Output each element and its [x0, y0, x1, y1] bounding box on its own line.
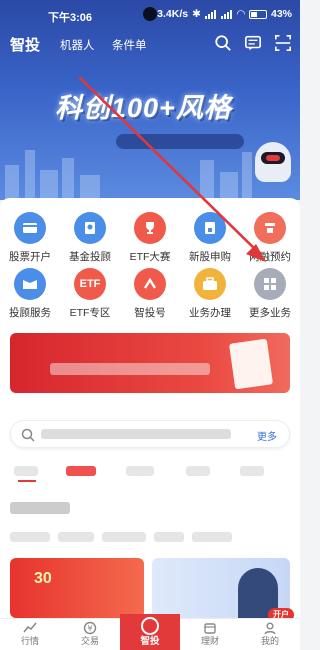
service-label: 两融预约	[249, 251, 291, 263]
service-margin-reservation[interactable]: 两融预约	[240, 212, 300, 268]
wealth-icon	[204, 623, 216, 634]
nav-market[interactable]: 行情	[0, 619, 60, 650]
briefcase-icon	[194, 268, 226, 300]
service-stock-account[interactable]: 股票开户	[0, 212, 60, 268]
fund-advisor-icon	[74, 212, 106, 244]
banner-subtitle-pill	[116, 134, 244, 149]
robot-mascot-image	[255, 142, 291, 182]
service-etf-zone[interactable]: ETF ETF专区	[60, 268, 120, 324]
service-label: 更多业务	[249, 307, 291, 319]
service-etf-contest[interactable]: ETF大赛	[120, 212, 180, 268]
zhitou-icon	[134, 268, 166, 300]
ticker-text-placeholder	[41, 429, 231, 439]
message-icon[interactable]	[244, 34, 262, 52]
feature-card-left[interactable]: 30	[10, 558, 144, 618]
promo-card[interactable]	[10, 333, 290, 393]
svg-text:¥: ¥	[87, 624, 92, 633]
tab-4[interactable]	[186, 466, 210, 476]
battery-level: 43%	[270, 8, 292, 20]
content-tabs	[0, 462, 300, 482]
chip-3[interactable]	[102, 532, 146, 542]
tab-robot[interactable]: 机器人	[60, 37, 95, 53]
search-icon	[21, 428, 35, 442]
chip-5[interactable]	[192, 532, 232, 542]
service-zhitou-account[interactable]: 智投号	[120, 268, 180, 324]
status-bar: 下午3:06 3.4K/s ✱ ◠ 43%	[0, 0, 300, 28]
signal-icon-2	[220, 9, 233, 19]
search-icon[interactable]	[214, 34, 232, 52]
tab-1[interactable]	[14, 466, 38, 476]
service-more[interactable]: 更多业务	[240, 268, 300, 324]
service-fund-advisor[interactable]: 基金投顾	[60, 212, 120, 268]
app-header: 智投 机器人 条件单	[0, 30, 300, 58]
camera-cutout	[143, 7, 157, 21]
service-label: 业务办理	[189, 307, 231, 319]
signal-icon	[204, 9, 217, 19]
profile-icon	[264, 622, 276, 635]
service-label: 投顾服务	[9, 307, 51, 319]
tab-5[interactable]	[240, 466, 264, 476]
bluetooth-icon: ✱	[192, 8, 201, 20]
nav-label: 行情	[20, 636, 39, 646]
page-title[interactable]: 智投	[10, 34, 40, 55]
nav-label: 交易	[80, 636, 99, 646]
ticker-more-link[interactable]: 更多	[257, 428, 277, 443]
service-label: 股票开户	[9, 251, 51, 263]
tab-2[interactable]	[66, 466, 96, 476]
margin-icon	[254, 212, 286, 244]
status-indicators: 3.4K/s ✱ ◠ 43%	[157, 8, 292, 20]
nav-trade[interactable]: ¥ 交易	[60, 619, 120, 650]
nav-label: 理财	[200, 636, 219, 646]
service-label: ETF大赛	[129, 251, 171, 263]
smart-invest-icon	[141, 617, 159, 635]
header-actions	[214, 34, 292, 52]
active-tab-indicator	[18, 480, 36, 482]
wifi-icon: ◠	[236, 8, 245, 20]
news-ticker[interactable]: 更多	[10, 420, 290, 448]
ipo-icon	[194, 212, 226, 244]
banner-headline: 科创100+风格	[55, 93, 232, 123]
etf-icon-glyph: ETF	[79, 278, 101, 290]
tab-condition-order[interactable]: 条件单	[112, 37, 147, 53]
chip-2[interactable]	[58, 532, 94, 542]
service-business-handling[interactable]: 业务办理	[180, 268, 240, 324]
tab-3[interactable]	[126, 466, 154, 476]
service-label: 基金投顾	[69, 251, 111, 263]
service-advisor[interactable]: 投顾服务	[0, 268, 60, 324]
document-illustration	[228, 338, 274, 390]
section-chips	[10, 532, 290, 544]
service-label: 智投号	[134, 307, 166, 319]
chip-4[interactable]	[154, 532, 184, 542]
status-time: 下午3:06	[48, 12, 93, 24]
account-card-icon	[14, 212, 46, 244]
nav-label: 我的	[260, 636, 279, 646]
nav-smart-invest[interactable]: 智投	[120, 614, 180, 650]
battery-icon	[248, 9, 267, 19]
nav-label: 智投	[140, 636, 160, 647]
section-title-placeholder	[10, 502, 70, 514]
promo-banner[interactable]: 科创100+风格	[0, 62, 300, 200]
nav-wealth[interactable]: 理财	[180, 619, 240, 650]
chip-1[interactable]	[10, 532, 50, 542]
advisor-icon	[14, 268, 46, 300]
etf-icon: ETF	[74, 268, 106, 300]
trophy-icon	[134, 212, 166, 244]
card-big-number: 30	[34, 570, 52, 587]
trade-icon: ¥	[83, 621, 97, 635]
service-label: 新股申购	[189, 251, 231, 263]
network-speed: 3.4K/s	[157, 8, 189, 20]
market-icon	[23, 622, 37, 633]
promo-title-placeholder	[50, 363, 210, 375]
service-ipo[interactable]: 新股申购	[180, 212, 240, 268]
more-grid-icon	[254, 268, 286, 300]
nav-profile[interactable]: 我的	[240, 619, 300, 650]
service-label: ETF专区	[69, 307, 111, 319]
scan-icon[interactable]	[274, 34, 292, 52]
